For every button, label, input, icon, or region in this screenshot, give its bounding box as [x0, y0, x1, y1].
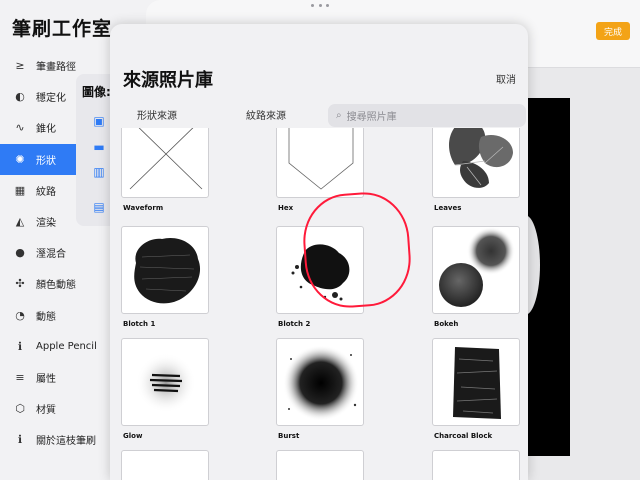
- library-item-label: Leaves: [434, 204, 462, 212]
- color-dynamics-icon: ✣: [15, 277, 25, 291]
- materials-icon: ⬡: [15, 402, 25, 416]
- blotch-1-thumbnail: [121, 226, 209, 314]
- tab-shape-source[interactable]: 形狀來源: [137, 107, 177, 122]
- about-icon: ℹ: [17, 433, 23, 447]
- library-item-label: Bokeh: [434, 320, 459, 328]
- burst-thumbnail: [276, 338, 364, 426]
- sidebar-item-label: 顏色動態: [36, 280, 76, 292]
- wet-mix-icon: ●: [15, 246, 25, 260]
- grain-icon: ▦: [14, 183, 26, 197]
- sidebar-item[interactable]: ● 溼混合: [0, 237, 112, 268]
- sidebar-item-label: Apple Pencil: [36, 340, 97, 352]
- library-icon[interactable]: ▥: [92, 165, 106, 179]
- sidebar-item-label: 動態: [36, 311, 56, 323]
- photo-icon[interactable]: ▣: [92, 114, 106, 128]
- cancel-button[interactable]: 取消: [496, 71, 516, 86]
- sidebar-item[interactable]: ✣ 顏色動態: [0, 268, 112, 299]
- search-input[interactable]: ⌕ 搜尋照片庫: [328, 104, 526, 127]
- sidebar-item[interactable]: ⬡ 材質: [0, 393, 112, 424]
- sidebar-item[interactable]: ≡ 屬性: [0, 362, 112, 393]
- glow-thumbnail: [121, 338, 209, 426]
- search-placeholder: 搜尋照片庫: [346, 112, 397, 123]
- sidebar-item-label: 穩定化: [36, 93, 66, 105]
- sidebar-item-label: 錐化: [36, 124, 56, 136]
- highlight-annotation: [300, 189, 414, 311]
- sidebar-item-label: 紋路: [36, 186, 56, 198]
- stabilization-icon: ◐: [15, 90, 25, 104]
- grabber-handle[interactable]: [311, 4, 329, 7]
- partial-thumbnail: [276, 450, 364, 480]
- tab-grain-source[interactable]: 紋路來源: [246, 107, 286, 122]
- search-icon: ⌕: [336, 110, 342, 121]
- library-item-label: Charcoal Block: [434, 432, 493, 440]
- sidebar-item-label: 屬性: [36, 373, 56, 385]
- sidebar-item-label: 材質: [36, 405, 56, 417]
- partial-thumbnail: [121, 450, 209, 480]
- dynamics-icon: ◔: [15, 308, 25, 322]
- leaves-thumbnail: [432, 128, 520, 198]
- sidebar-item-label: 溼混合: [36, 249, 66, 261]
- library-item-label: Blotch 2: [278, 320, 311, 328]
- library-item-label: Waveform: [123, 204, 164, 212]
- sidebar-item-label: 形狀: [36, 155, 56, 167]
- rendering-icon: ◭: [15, 215, 25, 229]
- sidebar-item[interactable]: ◔ 動態: [0, 300, 112, 331]
- charcoal-block-thumbnail: [432, 338, 520, 426]
- sidebar-item[interactable]: ℹ Apple Pencil: [0, 331, 112, 362]
- library-grid: Waveform Hex Leaves Blotch 1 Blotch 2 Bo…: [110, 128, 528, 480]
- sidebar-item[interactable]: ℹ 關於這枝筆刷: [0, 424, 112, 455]
- library-item-label: Burst: [278, 432, 300, 440]
- sheet-title: 來源照片庫: [123, 70, 213, 91]
- folder-icon[interactable]: ▬: [92, 140, 106, 154]
- app-title: 筆刷工作室: [12, 18, 113, 40]
- hex-thumbnail: [276, 128, 364, 198]
- apple-pencil-icon: ℹ: [17, 339, 23, 353]
- brush-studio-sidebar: 筆刷工作室 ≥ 筆畫路徑 ◐ 穩定化 ∿ 錐化 ✺ 形狀 ▦ 紋路 ◭ 渲染 ● 溼混合 ✣ 顏色動態 ◔ 動態 ℹ…: [0, 0, 112, 480]
- sidebar-item-label: 關於這枝筆刷: [36, 436, 96, 448]
- taper-icon: ∿: [15, 121, 25, 135]
- library-item-label: Hex: [278, 204, 294, 212]
- stroke-path-icon: ≥: [15, 59, 25, 73]
- library-item-label: Blotch 1: [123, 320, 156, 328]
- paste-icon[interactable]: ▤: [92, 200, 106, 214]
- shape-icon: ✺: [15, 152, 25, 166]
- done-button[interactable]: 完成: [596, 22, 630, 40]
- sidebar-item-label: 筆畫路徑: [36, 62, 76, 74]
- library-item-label: Glow: [123, 432, 143, 440]
- partial-thumbnail: [432, 450, 520, 480]
- image-panel-title: 圖像:: [82, 85, 111, 99]
- bokeh-thumbnail: [432, 226, 520, 314]
- properties-icon: ≡: [15, 370, 25, 384]
- waveform-thumbnail: [121, 128, 209, 198]
- sidebar-item-label: 渲染: [36, 218, 56, 230]
